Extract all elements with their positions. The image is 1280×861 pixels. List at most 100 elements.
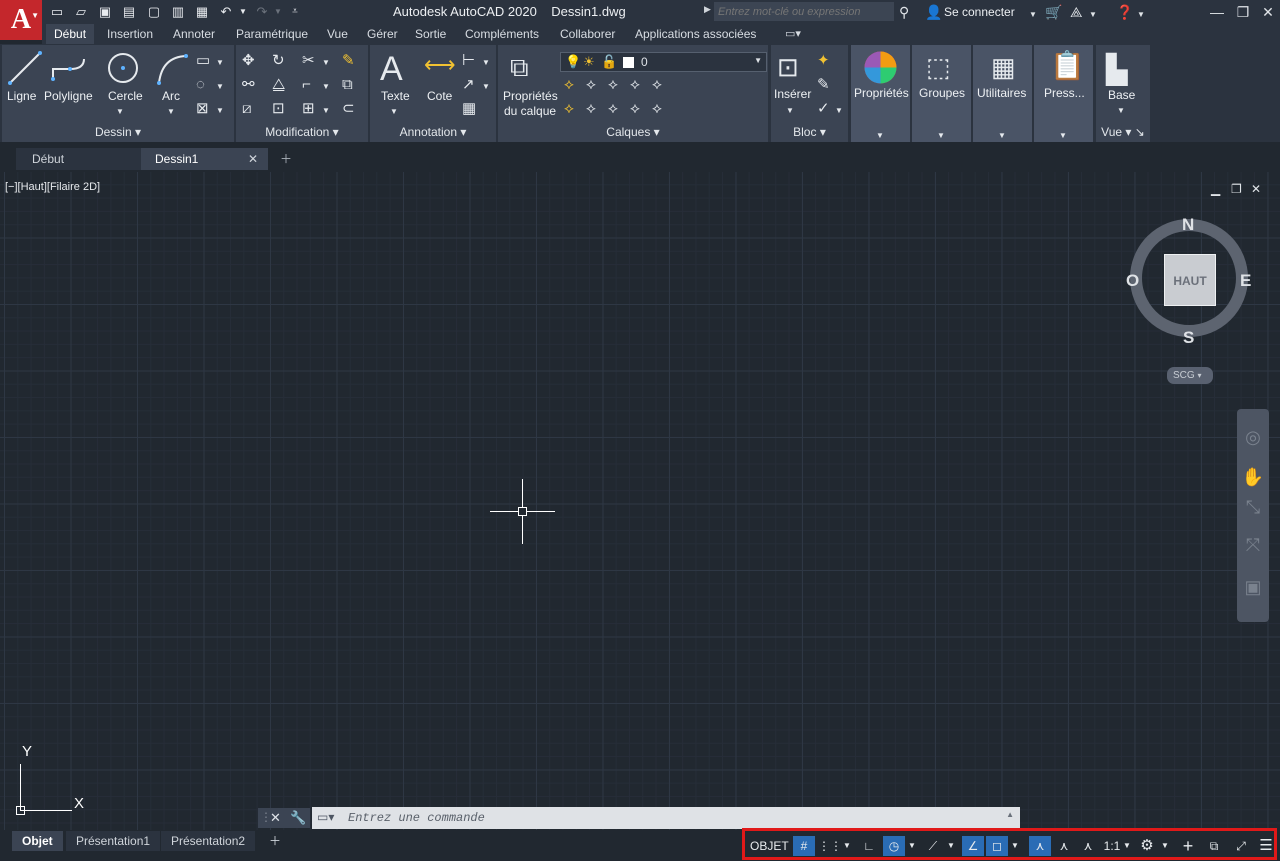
model-space-button[interactable]: OBJET <box>750 836 789 856</box>
doc-tab-debut[interactable]: Début <box>16 148 144 170</box>
viewport-close-icon[interactable]: ✕ <box>1251 182 1261 196</box>
linear-dim-icon[interactable]: ⊢ <box>462 53 475 69</box>
auto-scale-icon[interactable]: ⋏ <box>1053 836 1075 856</box>
chevron-down-icon[interactable]: ▼ <box>1159 836 1171 856</box>
arc-button[interactable]: Arc <box>162 89 180 103</box>
layer-on-icon[interactable]: ⟡ <box>564 101 574 117</box>
chevron-down-icon[interactable]: ▼ <box>482 79 490 95</box>
chevron-down-icon[interactable]: ▼ <box>390 104 398 120</box>
plot-icon[interactable]: ▦ <box>193 3 211 21</box>
hatch-icon[interactable]: ◌ <box>196 77 205 93</box>
text-button[interactable]: Texte <box>381 89 410 103</box>
chevron-down-icon[interactable]: ▼ <box>1089 6 1097 24</box>
arc-icon[interactable] <box>156 53 190 85</box>
create-block-icon[interactable]: ✦ <box>817 53 830 69</box>
layer-match-icon[interactable]: ⟡ <box>652 77 662 93</box>
insert-button[interactable]: Insérer <box>774 87 811 101</box>
polyline-icon[interactable] <box>50 55 88 83</box>
search-expand-icon[interactable]: ▶ <box>704 4 711 15</box>
grid-icon[interactable]: # <box>793 836 815 856</box>
compass-west[interactable]: O <box>1126 271 1139 291</box>
panel-proprietes[interactable]: Propriétés ▼ <box>851 45 910 142</box>
viewcube-top-face[interactable]: HAUT <box>1164 254 1216 306</box>
layer-thaw-icon[interactable]: ⟡ <box>608 101 618 117</box>
dimension-button[interactable]: Cote <box>427 89 452 103</box>
layer-properties-button[interactable]: Propriétés <box>503 89 558 103</box>
tab-sortie[interactable]: Sortie <box>415 27 446 41</box>
table-icon[interactable]: ▦ <box>462 101 476 117</box>
edit-block-icon[interactable]: ✎ <box>817 77 830 93</box>
panel-title-dessin[interactable]: Dessin ▾ <box>2 125 234 139</box>
add-layout-icon[interactable]: ＋ <box>259 831 291 851</box>
drawing-canvas[interactable] <box>0 172 1280 830</box>
layer-unlock-icon[interactable]: ⟡ <box>630 101 640 117</box>
text-icon[interactable]: A <box>380 51 403 87</box>
steering-wheel-icon[interactable]: ◎ <box>1237 427 1269 448</box>
trim-icon[interactable]: ✂ <box>302 53 315 69</box>
chevron-down-icon[interactable]: ▼ <box>482 55 490 71</box>
search-input[interactable] <box>714 2 894 21</box>
tab-insertion[interactable]: Insertion <box>107 27 153 41</box>
undo-icon[interactable]: ↶ <box>217 3 235 21</box>
chevron-down-icon[interactable]: ▼ <box>1029 6 1037 24</box>
restore-icon[interactable]: ❐ <box>1233 3 1253 21</box>
polar-tracking-icon[interactable]: ◷ <box>883 836 905 856</box>
edit-attributes-icon[interactable]: ✓ <box>817 101 830 117</box>
isolate-objects-icon[interactable]: ⧉ <box>1203 836 1225 856</box>
layout-tab-presentation1[interactable]: Présentation1 <box>66 831 161 851</box>
rotate-icon[interactable]: ↻ <box>272 53 285 69</box>
annotation-scale-icon[interactable]: ⋏ <box>1077 836 1099 856</box>
ribbon-toggle-icon[interactable]: ▭▾ <box>785 27 801 40</box>
panel-groupes[interactable]: ⬚ Groupes ▼ <box>912 45 971 142</box>
offset-icon[interactable]: ⊂ <box>342 101 355 117</box>
array-icon[interactable]: ⊞ <box>302 101 315 117</box>
layer-off-icon[interactable]: ⟡ <box>564 77 574 93</box>
doc-tab-dessin1[interactable]: Dessin1 ✕ <box>141 148 268 170</box>
viewport-minimize-icon[interactable]: ▁ <box>1211 182 1220 196</box>
chevron-down-icon[interactable]: ▼ <box>216 103 224 119</box>
command-prompt-icon[interactable]: ▭▾ <box>317 810 334 824</box>
ucs-menu[interactable]: SCG ▾ <box>1167 367 1213 384</box>
annotation-visibility-icon[interactable]: ⋏ <box>1029 836 1051 856</box>
chevron-down-icon[interactable]: ▼ <box>216 79 224 95</box>
panel-title-calques[interactable]: Calques ▾ <box>498 125 768 139</box>
chevron-down-icon[interactable]: ▼ <box>322 55 330 71</box>
command-history-icon[interactable]: ▲ <box>1006 810 1014 819</box>
chevron-down-icon[interactable]: ▼ <box>906 836 918 856</box>
panel-title-annotation[interactable]: Annotation ▾ <box>370 125 496 139</box>
binoculars-icon[interactable]: ⚲ <box>899 3 909 21</box>
close-icon[interactable]: ✕ <box>1258 3 1278 21</box>
chevron-down-icon[interactable]: ▼ <box>1009 836 1021 856</box>
orbit-icon[interactable]: ⤧ <box>1237 535 1269 556</box>
compass-east[interactable]: E <box>1240 271 1251 291</box>
redo-icon[interactable]: ↷ <box>253 3 271 21</box>
viewport-restore-icon[interactable]: ❐ <box>1231 182 1242 196</box>
application-menu-button[interactable]: A ▼ <box>0 0 42 40</box>
layer-freeze-icon[interactable]: ⟡ <box>608 77 618 93</box>
polyline-button[interactable]: Polyligne <box>44 89 93 103</box>
new-file-icon[interactable]: ▭ <box>48 3 66 21</box>
showmotion-icon[interactable]: ▣ <box>1237 577 1269 598</box>
chevron-down-icon[interactable]: ▼ <box>1137 6 1145 24</box>
chevron-down-icon[interactable]: ▼ <box>835 103 843 119</box>
tab-vue[interactable]: Vue <box>327 27 348 41</box>
redo-dropdown-icon[interactable]: ▼ <box>273 3 283 21</box>
panel-title-vue[interactable]: Vue ▾ ↘ <box>1096 125 1150 139</box>
fullscreen-icon[interactable]: ⤢ <box>1230 836 1252 856</box>
tab-collaborer[interactable]: Collaborer <box>560 27 615 41</box>
compass-south[interactable]: S <box>1183 328 1194 348</box>
explode-icon[interactable]: ⧉ <box>342 77 353 93</box>
zoom-icon[interactable]: ⤡ <box>1237 497 1269 518</box>
minimize-icon[interactable]: — <box>1207 3 1227 21</box>
a360-icon[interactable]: ⟁ <box>1070 3 1083 21</box>
layer-lock-icon[interactable]: ⟡ <box>630 77 640 93</box>
viewport-controls-label[interactable]: [−][Haut][Filaire 2D] <box>5 181 100 193</box>
rectangle-icon[interactable]: ▭ <box>196 53 210 69</box>
close-icon[interactable]: ✕ <box>270 810 281 826</box>
layer-walk-icon[interactable]: ⟡ <box>652 101 662 117</box>
tab-complements[interactable]: Compléments <box>465 27 539 41</box>
signin-button[interactable]: Se connecter <box>944 5 1015 19</box>
line-button[interactable]: Ligne <box>7 89 36 103</box>
tab-parametrique[interactable]: Paramétrique <box>236 27 308 41</box>
leader-icon[interactable]: ↗ <box>462 77 475 93</box>
